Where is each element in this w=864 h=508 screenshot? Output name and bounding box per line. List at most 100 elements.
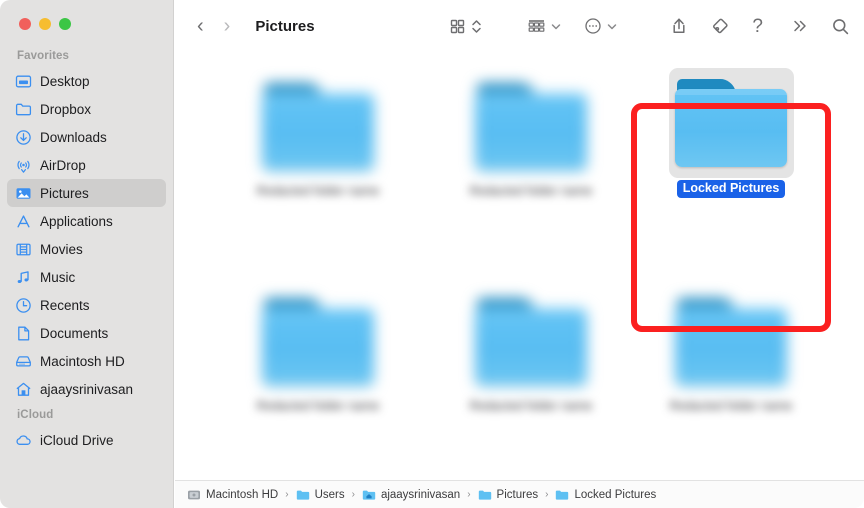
- sidebar-item-dropbox[interactable]: Dropbox: [7, 95, 166, 123]
- breadcrumb-label: ajaaysrinivasan: [380, 488, 461, 501]
- grid-item-label: Locked Pictures: [676, 180, 786, 198]
- sidebar-item-label: Macintosh HD: [40, 353, 125, 369]
- sidebar-item-label: ajaaysrinivasan: [40, 381, 134, 397]
- grid-item-label: Redacted folder name: [256, 184, 380, 198]
- question-mark-icon[interactable]: ?: [752, 17, 763, 36]
- traffic-lights: [19, 18, 71, 30]
- page-title: Pictures: [255, 17, 315, 35]
- search-icon[interactable]: [831, 17, 850, 36]
- sidebar-item-airdrop[interactable]: AirDrop: [7, 151, 166, 179]
- sidebar-section-header: iCloud: [17, 409, 54, 421]
- folder-icon-container: [256, 72, 381, 182]
- movies-icon: [15, 241, 32, 258]
- harddisk-icon: [15, 353, 32, 370]
- sidebar-item-downloads[interactable]: Downloads: [7, 123, 166, 151]
- sidebar-item-label: Recents: [40, 297, 90, 313]
- folder-icon: [262, 298, 374, 386]
- breadcrumb-item[interactable]: Pictures: [478, 488, 539, 502]
- back-button[interactable]: ‹: [197, 16, 204, 36]
- sidebar-item-label: Applications: [40, 213, 113, 229]
- harddisk-icon: [187, 488, 201, 502]
- folder-icon: [478, 488, 492, 502]
- grid-item[interactable]: Redacted folder name: [451, 72, 611, 200]
- breadcrumb-item[interactable]: Users: [296, 488, 345, 502]
- breadcrumb-label: Pictures: [496, 488, 539, 501]
- minimize-button[interactable]: [39, 18, 51, 30]
- chevron-updown-icon[interactable]: [470, 18, 483, 35]
- sidebar-item-label: Downloads: [40, 129, 107, 145]
- share-icon[interactable]: [670, 16, 688, 36]
- breadcrumb-item[interactable]: ajaaysrinivasan: [362, 488, 460, 502]
- airdrop-icon: [15, 157, 32, 174]
- folder-icon: [675, 298, 787, 386]
- breadcrumb-separator: ›: [545, 489, 549, 500]
- breadcrumb-label: Macintosh HD: [206, 488, 279, 501]
- grid-item-selected[interactable]: Locked Pictures: [651, 68, 811, 198]
- grid-item[interactable]: Redacted folder name: [238, 72, 398, 200]
- sidebar-item-music[interactable]: Music: [7, 263, 166, 291]
- folder-icon: [675, 79, 787, 167]
- clock-icon: [15, 297, 32, 314]
- breadcrumb-item[interactable]: Macintosh HD: [187, 488, 278, 502]
- sidebar-section-header: Favorites: [17, 50, 70, 62]
- folder-icon: [475, 298, 587, 386]
- group-by-controls: [527, 18, 562, 35]
- sidebar: Favorites Desktop Dropbox Downloads AirDrop P…: [0, 0, 174, 508]
- sidebar-item-label: Movies: [40, 241, 83, 257]
- main-area: ‹ › Pictures ? Redacted folder name Reda…: [175, 0, 864, 508]
- chevron-down-icon[interactable]: [606, 18, 618, 35]
- breadcrumb: Macintosh HD › Users › ajaaysrinivasan › Pictu…: [175, 480, 864, 508]
- folder-icon: [475, 83, 587, 171]
- pictures-icon: [15, 185, 32, 202]
- forward-button[interactable]: ›: [224, 16, 231, 36]
- folder-icon-container: [668, 68, 794, 178]
- sidebar-item-icloud-drive[interactable]: iCloud Drive: [7, 426, 166, 454]
- folder-icon: [296, 488, 310, 502]
- sidebar-item-documents[interactable]: Documents: [7, 319, 166, 347]
- sidebar-item-recents[interactable]: Recents: [7, 291, 166, 319]
- folder-icon-container: [256, 287, 381, 397]
- list-rows-icon[interactable]: [527, 18, 546, 35]
- breadcrumb-label: Locked Pictures: [574, 488, 657, 501]
- sidebar-item-macintosh-hd[interactable]: Macintosh HD: [7, 347, 166, 375]
- grid-item[interactable]: Redacted folder name: [451, 287, 611, 415]
- breadcrumb-item[interactable]: Locked Pictures: [555, 488, 656, 502]
- file-grid: Redacted folder name Redacted folder name…: [175, 52, 864, 486]
- breadcrumb-separator: ›: [467, 489, 471, 500]
- ellipsis-circle-icon[interactable]: [584, 17, 602, 35]
- tag-icon[interactable]: [710, 16, 730, 36]
- sidebar-list: Desktop Dropbox Downloads AirDrop Pictures Ap…: [0, 67, 173, 403]
- sidebar-item-ajaaysrinivasan[interactable]: ajaaysrinivasan: [7, 375, 166, 403]
- sidebar-item-label: Documents: [40, 325, 109, 341]
- applications-icon: [15, 213, 32, 230]
- breadcrumb-label: Users: [314, 488, 345, 501]
- grid-item-label: Redacted folder name: [469, 184, 593, 198]
- sidebar-item-label: Pictures: [40, 185, 89, 201]
- more-actions-controls: [584, 17, 618, 35]
- grid-item[interactable]: Redacted folder name: [238, 287, 398, 415]
- double-chevron-right-icon[interactable]: [791, 17, 809, 35]
- grid-item[interactable]: Redacted folder name: [651, 287, 811, 415]
- sidebar-item-label: iCloud Drive: [40, 432, 114, 448]
- sidebar-item-applications[interactable]: Applications: [7, 207, 166, 235]
- document-icon: [15, 325, 32, 342]
- sidebar-item-label: Dropbox: [40, 101, 92, 117]
- download-icon: [15, 129, 32, 146]
- folder-icon-container: [469, 287, 594, 397]
- grid-item-label: Redacted folder name: [469, 399, 593, 413]
- grid-item-label: Redacted folder name: [669, 399, 793, 413]
- sidebar-item-desktop[interactable]: Desktop: [7, 67, 166, 95]
- grid-view-icon[interactable]: [449, 18, 466, 35]
- desktop-icon: [15, 73, 32, 90]
- maximize-button[interactable]: [59, 18, 71, 30]
- breadcrumb-separator: ›: [351, 489, 355, 500]
- folder-icon-container: [669, 287, 794, 397]
- close-button[interactable]: [19, 18, 31, 30]
- breadcrumb-separator: ›: [285, 489, 289, 500]
- sidebar-item-pictures[interactable]: Pictures: [7, 179, 166, 207]
- finder-window: Favorites Desktop Dropbox Downloads AirDrop P…: [0, 0, 864, 508]
- folder-icon: [262, 83, 374, 171]
- sidebar-item-movies[interactable]: Movies: [7, 235, 166, 263]
- home-folder-icon: [362, 488, 376, 502]
- chevron-down-icon[interactable]: [550, 18, 562, 35]
